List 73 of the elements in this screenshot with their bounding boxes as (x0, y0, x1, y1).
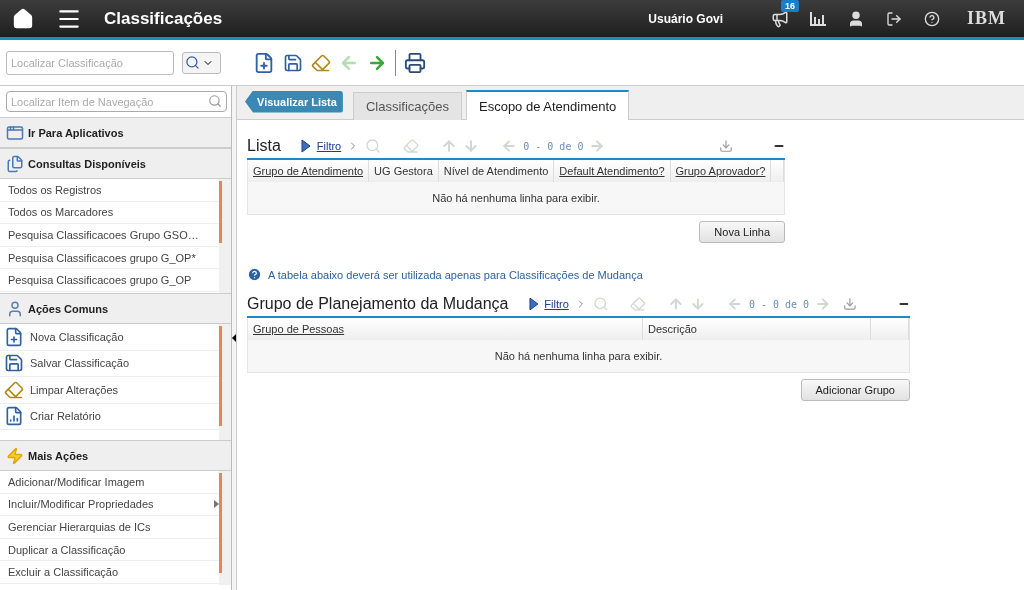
expand-triangle-icon[interactable] (528, 297, 539, 311)
menu-item[interactable]: Gerenciar Hierarquias de ICs (0, 516, 219, 539)
download-icon[interactable] (842, 297, 857, 311)
search-icon (185, 55, 200, 70)
pager-text: 0 - 0 de 0 (523, 140, 584, 152)
column-header-link[interactable]: Grupo de Pessoas (248, 318, 643, 340)
window-icon (6, 123, 24, 142)
eraser-icon (4, 379, 24, 400)
search-field[interactable]: Localizar Classificação (6, 50, 174, 75)
download-icon[interactable] (719, 139, 733, 153)
menu-item[interactable]: Nova Classificação (0, 324, 219, 351)
menu-item[interactable]: Pesquisa Classificacoes grupo G_OP* (0, 246, 219, 270)
section-header[interactable]: Ir Para Aplicativos (0, 117, 231, 148)
search-button[interactable] (182, 51, 221, 74)
empty-message: Não há nenhuma linha para exibir. (431, 191, 601, 206)
column-header: Descrição (643, 318, 871, 340)
help-icon (247, 267, 262, 282)
page-title: Classificações (104, 8, 224, 29)
section-title: Grupo de Planejamento da Mudança (247, 295, 509, 313)
section-header[interactable]: Mais Ações (0, 440, 231, 471)
submenu-arrow-icon (214, 500, 219, 509)
person-icon (6, 299, 24, 318)
save-icon[interactable] (283, 52, 303, 73)
collapse-arrow-icon[interactable] (232, 334, 236, 342)
menu-item[interactable]: Salvar Classificação (0, 350, 219, 377)
expand-triangle-icon[interactable] (300, 139, 311, 153)
menu-item[interactable]: Criar Relatório (0, 403, 219, 430)
menu-item[interactable]: Excluir a Classificação (0, 561, 219, 584)
menu-item[interactable]: Todos os Marcadores (0, 201, 219, 225)
menu-item[interactable]: Duplicar a Classificação (0, 538, 219, 562)
megaphone-icon[interactable] (771, 9, 789, 28)
eraser-icon[interactable] (311, 52, 331, 73)
user-name: Usuário Govi (648, 11, 723, 26)
column-header-link[interactable]: Grupo Aprovador? (670, 160, 772, 182)
search-icon (208, 94, 222, 108)
logout-icon[interactable] (886, 10, 902, 27)
menu-item[interactable]: Adicionar/Modificar Imagem (0, 471, 219, 494)
pager-text: 0 - 0 de 0 (748, 298, 810, 310)
column-header-link[interactable]: Default Atendimento? (554, 160, 671, 182)
column-header: Nível de Atendimento (438, 160, 555, 182)
info-text: A tabela abaixo deverá ser utilizada apenas para Classificações de Mudança (268, 268, 643, 281)
menu-item[interactable]: Limpar Alterações (0, 377, 219, 404)
save-icon (4, 353, 24, 374)
notification-badge: 16 (781, 0, 799, 12)
menu-item[interactable]: Pesquisa Classificacoes Grupo GSO… (0, 224, 219, 247)
section-header[interactable]: Ações Comuns (0, 293, 231, 324)
tab[interactable]: Classificações (352, 92, 462, 120)
home-icon[interactable] (12, 7, 34, 30)
column-header: UG Gestora (369, 160, 439, 182)
menu-item[interactable]: Pesquisa Classificacoes grupo G_OP (0, 269, 219, 292)
tab[interactable]: Escopo de Atendimento (466, 90, 630, 120)
report-icon (4, 406, 24, 427)
bar-chart-icon[interactable] (810, 11, 826, 26)
back-button[interactable]: Visualizar Lista (245, 90, 343, 113)
filter-link[interactable]: Filtro (316, 140, 342, 152)
person-icon[interactable] (847, 9, 865, 28)
logo: IBM (967, 8, 1006, 29)
section-title: Lista (247, 137, 281, 155)
help-icon[interactable] (924, 10, 940, 27)
menu-item[interactable]: Incluir/Modificar Propriedades (0, 493, 219, 517)
navigation-search-field[interactable]: Localizar Item de Navegação (6, 91, 227, 112)
lightning-icon (6, 446, 24, 465)
filter-link[interactable]: Filtro (544, 298, 569, 310)
menu-item[interactable]: Todos os Registros (0, 179, 219, 202)
documents-icon (6, 154, 24, 173)
column-header-link[interactable]: Grupo de Atendimento (248, 160, 370, 182)
section-header[interactable]: Consultas Disponíveis (0, 148, 231, 179)
action-button[interactable]: Nova Linha (699, 221, 785, 243)
print-icon[interactable] (404, 51, 426, 74)
new-document-icon[interactable] (253, 51, 275, 74)
empty-message: Não há nenhuma linha para exibir. (493, 349, 664, 364)
new-document-icon (4, 326, 24, 347)
action-button[interactable]: Adicionar Grupo (800, 379, 910, 401)
